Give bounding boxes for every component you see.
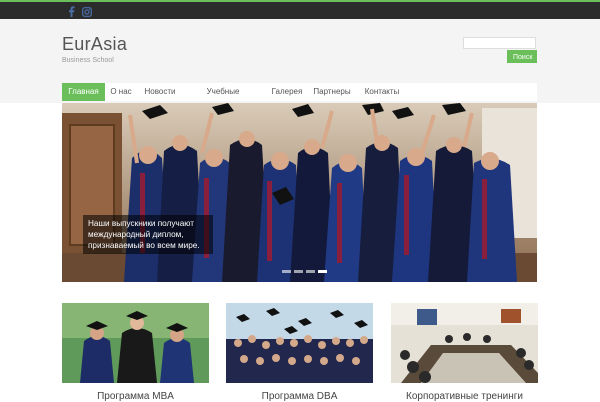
card-dba-image[interactable] — [226, 303, 373, 383]
facebook-icon[interactable] — [66, 6, 77, 17]
hero-slider[interactable] — [62, 103, 537, 282]
graduates-photo — [62, 103, 537, 282]
nav-item-home[interactable]: Главная — [62, 83, 105, 101]
nav-item-gallery[interactable]: Галерея — [267, 83, 307, 101]
card-mba-image[interactable] — [62, 303, 209, 383]
site-tagline: Business School — [62, 57, 114, 64]
slider-dot-active[interactable] — [318, 270, 327, 273]
slider-dot[interactable] — [294, 270, 303, 273]
nav-item-news[interactable]: Новости — [140, 83, 180, 101]
main-nav: Главная О нас Новости Учебные программы … — [62, 83, 537, 114]
slider-caption: Наши выпускники получают международный д… — [83, 215, 213, 254]
card-dba[interactable]: Программа DBA — [226, 303, 373, 402]
top-bar — [0, 0, 600, 19]
slider-pagination — [282, 270, 327, 274]
card-corporate-title[interactable]: Корпоративные тренинги — [391, 391, 538, 402]
nav-item-about[interactable]: О нас — [107, 83, 135, 101]
slider-dot[interactable] — [282, 270, 291, 273]
nav-item-partners[interactable]: Партнеры — [311, 83, 353, 101]
slider-dot[interactable] — [306, 270, 315, 273]
nav-item-programs[interactable]: Учебные программы — [185, 83, 261, 114]
card-corporate-image[interactable] — [391, 303, 538, 383]
search-button[interactable]: Поиск — [507, 50, 537, 63]
nav-item-contacts[interactable]: Контакты — [359, 83, 405, 101]
card-dba-title[interactable]: Программа DBA — [226, 391, 373, 402]
search-input[interactable] — [463, 37, 536, 49]
card-corporate[interactable]: Корпоративные тренинги — [391, 303, 538, 402]
card-mba[interactable]: Программа MBA — [62, 303, 209, 402]
card-mba-title[interactable]: Программа MBA — [62, 391, 209, 402]
site-title[interactable]: EurAsia — [62, 34, 127, 55]
instagram-icon[interactable] — [81, 6, 92, 17]
